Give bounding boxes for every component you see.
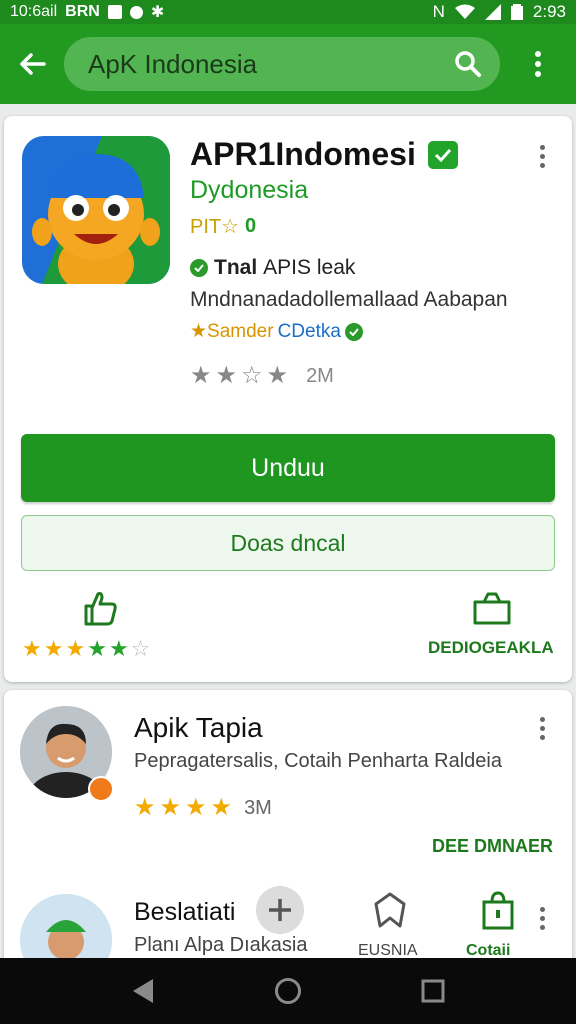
feature-line: Tnal APIS leak (190, 256, 355, 280)
list-item-action-link[interactable]: DEE DMNAER (432, 836, 553, 857)
list-item-menu-button[interactable] (530, 900, 554, 936)
star-icon: ★ (134, 794, 156, 821)
star-icon: ★ (22, 636, 42, 661)
list-item-subtitle: Pepragatersalis, Cotaih Penharta Raldeia (134, 750, 502, 772)
carrier-label: BRN (65, 3, 100, 20)
star-icon: ★ (87, 636, 107, 661)
list-item-menu-button[interactable] (530, 710, 554, 746)
list-item-rating: ★ ★ ★ ★ 3M (134, 796, 272, 820)
search-button[interactable] (450, 46, 486, 82)
app-detail-card: APR1Indomesi Dydonesia PIT☆ 0 Tnal APIS … (4, 116, 572, 682)
user-rating-stars[interactable]: ★ ★ ★ ★ ★ ☆ (22, 636, 150, 662)
secondary-action-button[interactable]: Doas dncal (21, 515, 555, 571)
app-title: APR1Indomesi (190, 136, 416, 172)
verified-badge-icon (427, 140, 458, 169)
plus-icon (269, 899, 291, 921)
category-link[interactable]: DEDIOGEAKLA (428, 638, 554, 658)
nav-home-button[interactable] (266, 969, 310, 1013)
feature-text: APIS leak (263, 256, 356, 279)
star-icon: ★ (65, 636, 86, 661)
tag-secondary: CDetka (277, 320, 341, 342)
more-vert-icon (535, 51, 541, 77)
star-icon: ★ (190, 362, 212, 389)
triangle-back-icon (132, 979, 153, 1003)
tag-line: ★Samder CDetka (190, 320, 363, 343)
rating-count: 3M (244, 796, 272, 819)
app-description: Mndnanadadollemallaad Aabapan (190, 288, 508, 311)
rating-line: PIT☆ 0 (190, 214, 256, 239)
app-title-row: APR1Indomesi (190, 136, 458, 173)
notification-icon (107, 5, 122, 19)
star-outline-icon: ☆ (241, 362, 263, 389)
wifi-icon (454, 4, 475, 19)
rating-value: 0 (245, 215, 257, 237)
related-apps-card: Apik Tapia Pepragatersalis, Cotaih Penha… (4, 690, 572, 986)
search-icon (455, 51, 481, 77)
mascot-icon (22, 136, 170, 284)
status-badge (88, 776, 114, 802)
app-icon[interactable] (22, 136, 170, 284)
feature-bold: Tnal (214, 256, 258, 279)
list-item-title[interactable]: Apik Tapia (134, 712, 263, 744)
add-button[interactable] (256, 886, 304, 934)
star-icon: ★ (185, 794, 207, 821)
downloads-line: ★ ★ ☆ ★ 2M (190, 364, 334, 388)
overflow-menu-button[interactable] (500, 24, 576, 104)
briefcase-icon[interactable] (472, 590, 512, 626)
app-bar (0, 24, 576, 104)
list-item-subtitle: Planı Alpa Dıakasia (134, 934, 308, 956)
star-icon: ★ (215, 362, 238, 389)
shopping-bag-icon[interactable] (478, 890, 518, 930)
nav-back-button[interactable] (121, 969, 165, 1013)
star-icon: ★ (43, 636, 64, 661)
search-bar[interactable] (64, 37, 500, 91)
check-icon (190, 259, 208, 277)
system-nav-bar (0, 958, 576, 1024)
star-icon: ★ (159, 794, 182, 821)
square-recents-icon (421, 979, 445, 1003)
arrow-back-icon (20, 53, 46, 75)
star-icon: ★ (210, 794, 233, 821)
status-time-left: 10:6ail (10, 3, 58, 20)
thumbs-up-icon[interactable] (80, 588, 120, 628)
tag-check-icon (344, 322, 363, 341)
star-icon: ★ (266, 362, 289, 389)
back-button[interactable] (0, 24, 64, 104)
install-button[interactable]: Unduu (21, 434, 555, 502)
list-item-title[interactable]: Beslatiati (134, 898, 235, 927)
settings-notification-icon: ✱ (150, 4, 165, 21)
tag-primary: ★Samder (190, 321, 274, 342)
search-input[interactable] (88, 48, 450, 80)
rating-prefix: PIT☆ (190, 216, 240, 238)
nav-recents-button[interactable] (411, 969, 455, 1013)
battery-icon (510, 4, 523, 20)
status-bar: 10:6ail BRN ✱ N 2:93 (0, 0, 576, 24)
downloads-count: 2M (306, 364, 334, 387)
star-icon: ★ (108, 636, 129, 661)
nfc-icon: N (432, 2, 445, 21)
star-outline-icon: ☆ (130, 636, 151, 661)
record-icon (129, 5, 143, 19)
ribbon-icon[interactable] (370, 890, 410, 930)
developer-link[interactable]: Dydonesia (190, 176, 308, 205)
status-clock: 2:93 (532, 2, 566, 21)
circle-home-icon (274, 978, 301, 1004)
app-card-menu-button[interactable] (530, 138, 554, 174)
signal-icon (484, 4, 501, 20)
